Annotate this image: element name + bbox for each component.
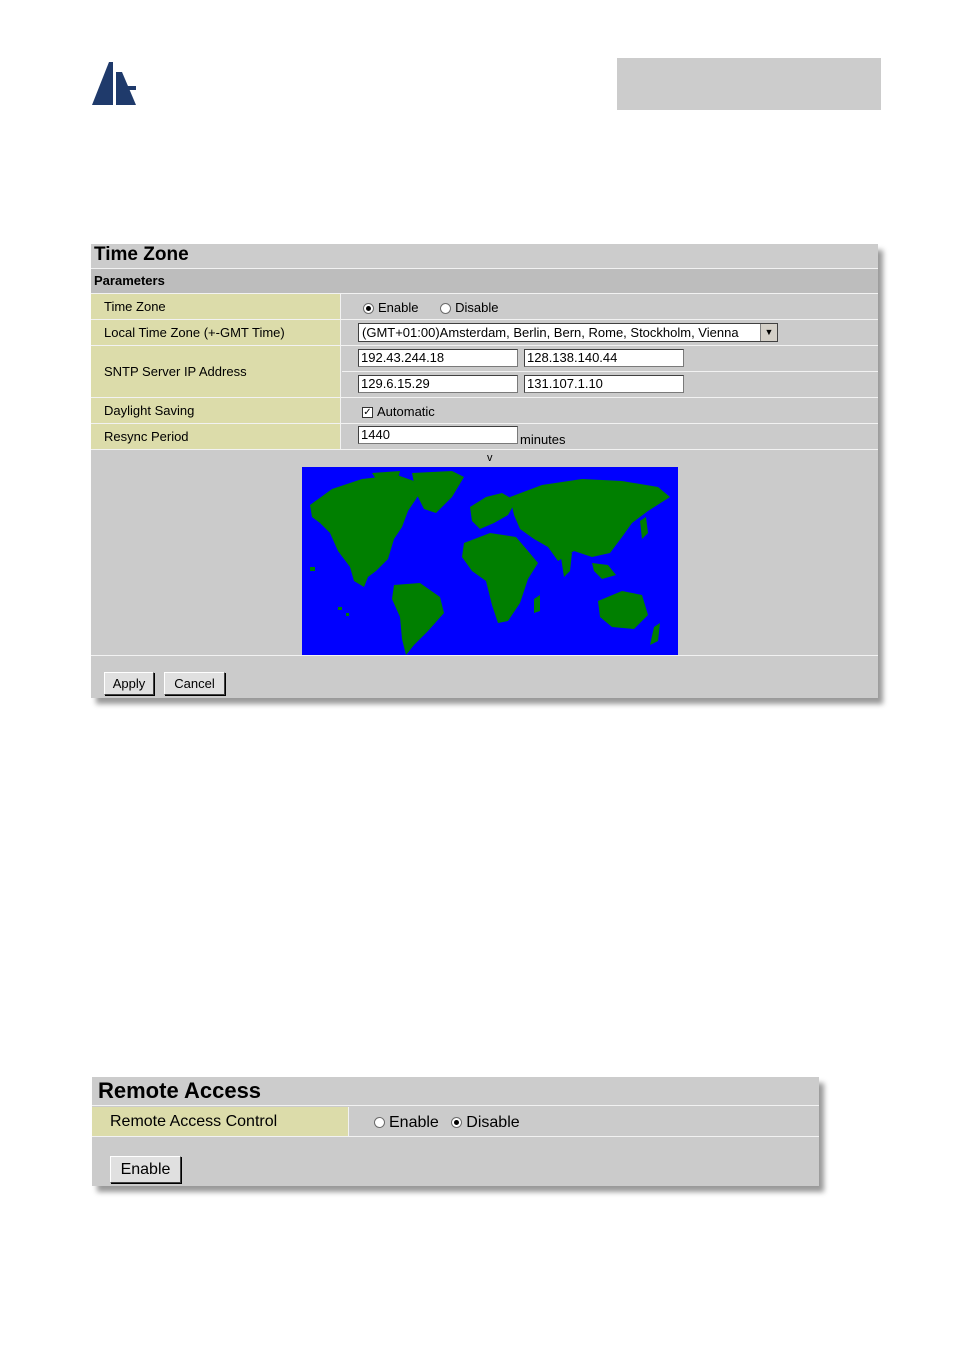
- time-zone-panel: Time Zone Parameters Time Zone Enable Di…: [91, 244, 878, 698]
- map-marker: v: [487, 452, 493, 464]
- remote-access-disable-radio[interactable]: Disable: [451, 1114, 520, 1131]
- remote-access-enable-radio[interactable]: Enable: [374, 1114, 439, 1131]
- resync-period-row: Resync Period 1440 minutes: [91, 424, 878, 450]
- resync-period-label: Resync Period: [91, 424, 341, 449]
- remote-access-enable-button[interactable]: Enable: [110, 1156, 181, 1183]
- local-time-zone-row: Local Time Zone (+-GMT Time) (GMT+01:00)…: [91, 320, 878, 346]
- local-time-zone-select[interactable]: (GMT+01:00)Amsterdam, Berlin, Bern, Rome…: [358, 323, 778, 342]
- apply-button[interactable]: Apply: [104, 672, 154, 695]
- sntp-server-label: SNTP Server IP Address: [91, 346, 341, 397]
- daylight-automatic-checkbox[interactable]: ✓ Automatic: [362, 404, 435, 419]
- remote-access-control-row: Remote Access Control Enable Disable: [92, 1107, 819, 1137]
- remote-access-panel: Remote Access Remote Access Control Enab…: [92, 1077, 819, 1186]
- time-zone-label: Time Zone: [91, 294, 341, 319]
- daylight-saving-row: Daylight Saving ✓ Automatic: [91, 398, 878, 424]
- header-gray-box: [617, 58, 881, 110]
- atlantis-logo-icon: [92, 62, 136, 105]
- time-zone-enable-radio[interactable]: Enable: [363, 300, 418, 315]
- world-map-icon: [310, 471, 670, 655]
- time-zone-disable-radio[interactable]: Disable: [440, 300, 498, 315]
- resync-period-input[interactable]: 1440: [358, 426, 518, 444]
- remote-access-control-label: Remote Access Control: [92, 1107, 349, 1136]
- time-zone-row: Time Zone Enable Disable: [91, 294, 878, 320]
- sntp-server-1-input[interactable]: 192.43.244.18: [358, 349, 518, 367]
- resync-unit-label: minutes: [520, 432, 566, 447]
- world-map-image: [302, 467, 678, 655]
- cancel-button[interactable]: Cancel: [164, 672, 225, 695]
- daylight-saving-label: Daylight Saving: [91, 398, 341, 423]
- parameters-section-header: Parameters: [91, 269, 878, 294]
- chevron-down-icon[interactable]: ▼: [760, 324, 777, 341]
- panel-title: Time Zone: [91, 244, 878, 269]
- remote-access-title: Remote Access: [92, 1077, 819, 1106]
- sntp-server-2-input[interactable]: 128.138.140.44: [524, 349, 684, 367]
- local-time-zone-label: Local Time Zone (+-GMT Time): [91, 320, 341, 345]
- sntp-server-3-input[interactable]: 129.6.15.29: [358, 375, 518, 393]
- sntp-server-4-input[interactable]: 131.107.1.10: [524, 375, 684, 393]
- sntp-server-row: SNTP Server IP Address 192.43.244.18 128…: [91, 346, 878, 398]
